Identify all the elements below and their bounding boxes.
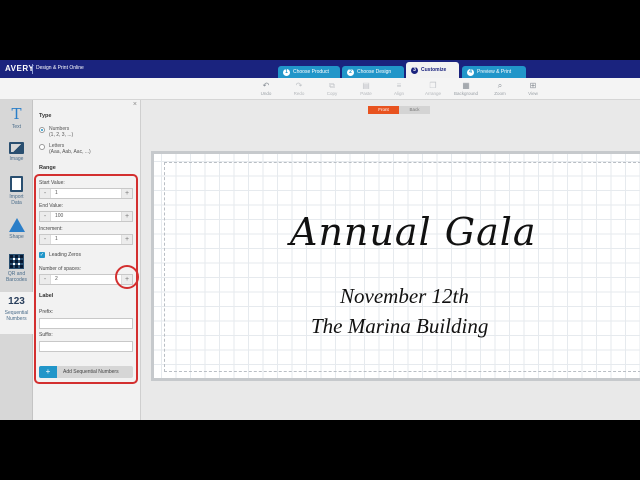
step-label: Preview & Print [477, 69, 512, 75]
rail-label: Shape [9, 234, 24, 240]
rail-label: Barcodes [5, 277, 28, 283]
background-button[interactable]: ▦ Background [451, 80, 481, 98]
view-label: View [528, 91, 538, 96]
import-data-icon [10, 176, 23, 192]
text-icon: T [11, 105, 22, 123]
sequential-numbers-icon: 123 [8, 296, 25, 307]
close-icon[interactable]: × [133, 101, 137, 108]
range-heading: Range [39, 165, 56, 171]
safe-area-guide [164, 162, 640, 372]
undo-icon: ↶ [262, 81, 270, 90]
step-number: 1 [283, 68, 290, 76]
step-label: Choose Product [293, 69, 329, 75]
undo-label: Undo [260, 91, 272, 96]
zoom-button[interactable]: ⌕ Zoom [485, 80, 515, 98]
tab-front[interactable]: Front [368, 106, 399, 114]
highlight-circle [115, 265, 139, 289]
design-canvas-area: Front Back Annual Gala November 12th The… [141, 100, 640, 420]
radio-button[interactable] [39, 127, 45, 133]
step-customize[interactable]: 3 Customize [406, 62, 459, 78]
align-label: Align [393, 91, 404, 96]
rail-item-image[interactable]: Image [0, 142, 33, 162]
numbers-hint: (1, 2, 3, ...) [49, 132, 74, 138]
step-label: Customize [421, 67, 447, 73]
shape-icon [8, 218, 25, 232]
app-subtitle: Design & Print Online [36, 65, 84, 71]
arrange-button[interactable]: ❐ Arrange [418, 80, 448, 98]
radio-numbers[interactable]: Numbers (1, 2, 3, ...) [39, 126, 73, 138]
arrange-label: Arrange [424, 91, 441, 96]
radio-label: Letters (Aaa, Aab, Aac, ...) [49, 143, 91, 155]
venue-text-box[interactable]: The Marina Building [311, 314, 488, 339]
background-label: Background [453, 91, 479, 96]
rail-item-qr-barcodes[interactable]: QR and Barcodes [0, 254, 33, 283]
side-toggle: Front Back [368, 106, 430, 114]
align-icon: ≡ [396, 81, 402, 90]
step-choose-design[interactable]: 2 Choose Design [342, 66, 404, 78]
step-number: 2 [347, 68, 354, 76]
rail-item-import-data[interactable]: Import Data [0, 176, 33, 206]
image-icon [9, 142, 24, 154]
view-button[interactable]: ⊞ View [518, 80, 548, 98]
radio-label: Numbers (1, 2, 3, ...) [49, 126, 73, 138]
letters-hint: (Aaa, Aab, Aac, ...) [49, 149, 91, 155]
step-choose-product[interactable]: 1 Choose Product [278, 66, 340, 78]
redo-label: Redo [293, 91, 305, 96]
zoom-icon: ⌕ [497, 81, 503, 90]
top-header: AVERY Design & Print Online 1 Choose Pro… [0, 60, 640, 78]
radio-button[interactable] [39, 144, 45, 150]
logo-divider [32, 64, 33, 74]
sequential-numbers-panel: × Type Numbers (1, 2, 3, ...) Letters (A… [33, 100, 141, 420]
paste-icon: ▤ [362, 81, 370, 90]
background-icon: ▦ [462, 81, 470, 90]
copy-label: Copy [326, 91, 338, 96]
grid-icon: ⊞ [529, 81, 537, 90]
redo-icon: ↷ [295, 81, 303, 90]
radio-letters[interactable]: Letters (Aaa, Aab, Aac, ...) [39, 143, 91, 155]
toolbar: ↶ Undo ↷ Redo ⧉ Copy ▤ Paste ≡ Align ❐ A… [0, 78, 640, 100]
undo-button[interactable]: ↶ Undo [251, 80, 281, 98]
rail-item-shape[interactable]: Shape [0, 218, 33, 240]
tab-back[interactable]: Back [399, 106, 430, 114]
align-button[interactable]: ≡ Align [384, 80, 414, 98]
copy-icon: ⧉ [329, 81, 335, 90]
zoom-label: Zoom [494, 91, 506, 96]
rail-label: Data [11, 200, 22, 206]
design-card[interactable]: Annual Gala November 12th The Marina Bui… [151, 151, 640, 381]
rail-item-text[interactable]: T Text [0, 106, 33, 130]
rail-label: Numbers [6, 316, 27, 322]
date-text-box[interactable]: November 12th [340, 284, 469, 309]
rail-label: Text [11, 124, 22, 130]
left-tool-rail: T Text Image Import Data Shape QR and Ba… [0, 100, 33, 420]
app-window: AVERY Design & Print Online 1 Choose Pro… [0, 60, 640, 420]
type-heading: Type [39, 113, 52, 119]
paste-button[interactable]: ▤ Paste [351, 80, 381, 98]
title-text-box[interactable]: Annual Gala [290, 210, 537, 254]
arrange-icon: ❐ [429, 81, 437, 90]
rail-item-sequential-numbers[interactable]: 123 Sequential Numbers [0, 292, 33, 334]
step-label: Choose Design [357, 69, 392, 75]
rail-label: Image [9, 156, 24, 162]
redo-button[interactable]: ↷ Redo [284, 80, 314, 98]
qr-code-icon [9, 254, 24, 269]
paste-label: Paste [360, 91, 372, 96]
copy-button[interactable]: ⧉ Copy [317, 80, 347, 98]
step-preview-print[interactable]: 4 Preview & Print [462, 66, 526, 78]
avery-logo[interactable]: AVERY [5, 64, 34, 73]
step-number: 4 [467, 68, 474, 76]
step-number: 3 [411, 66, 418, 74]
